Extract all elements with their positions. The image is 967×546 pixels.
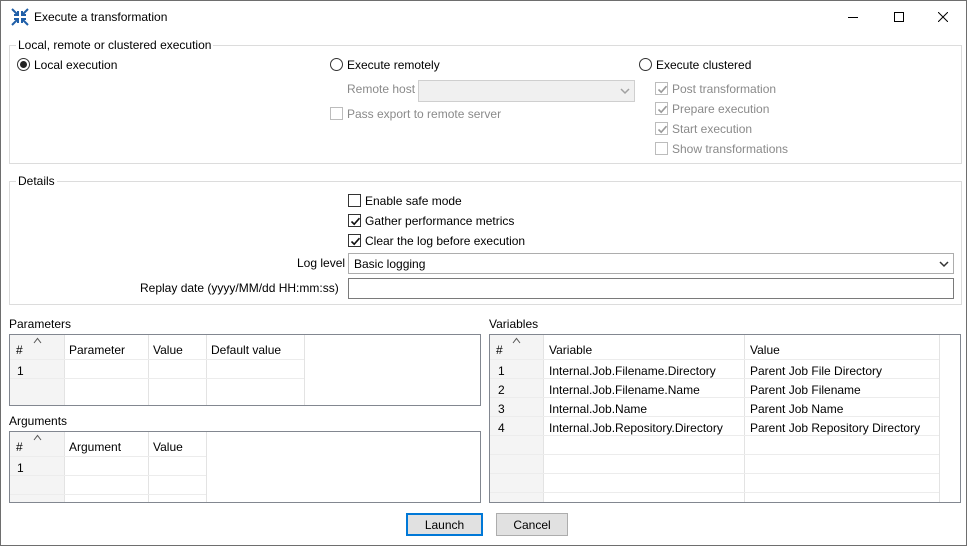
row-number[interactable]: 2 bbox=[498, 383, 505, 397]
pass-export-label: Pass export to remote server bbox=[347, 107, 502, 121]
variable-value-cell[interactable]: Parent Job File Directory bbox=[750, 364, 882, 378]
check-icon bbox=[657, 85, 668, 94]
local-execution-radio[interactable] bbox=[17, 58, 30, 71]
row-number[interactable]: 1 bbox=[498, 364, 505, 378]
row-number[interactable]: 1 bbox=[17, 461, 24, 475]
parameters-title: Parameters bbox=[9, 317, 72, 331]
caret-up-icon bbox=[33, 335, 42, 347]
caret-up-icon bbox=[33, 432, 42, 444]
start-execution-label: Start execution bbox=[672, 122, 753, 136]
close-icon bbox=[938, 11, 948, 22]
details-group-title: Details bbox=[16, 174, 57, 188]
parameters-table[interactable]: # Parameter Value Default value 1 bbox=[9, 334, 481, 406]
row-number[interactable]: 4 bbox=[498, 421, 505, 435]
execute-remotely-radio[interactable] bbox=[330, 58, 343, 71]
execute-transformation-dialog: Execute a transformation Local, remote o… bbox=[0, 0, 967, 546]
variable-value-cell[interactable]: Parent Job Filename bbox=[750, 383, 861, 397]
row-number[interactable]: 3 bbox=[498, 402, 505, 416]
execute-clustered-label: Execute clustered bbox=[656, 58, 752, 72]
clear-log-label: Clear the log before execution bbox=[365, 234, 526, 248]
remote-host-label: Remote host bbox=[347, 82, 416, 96]
caret-up-icon bbox=[512, 335, 521, 347]
remote-host-select[interactable] bbox=[418, 80, 635, 102]
execution-mode-group bbox=[9, 45, 962, 164]
variable-name-cell[interactable]: Internal.Job.Filename.Name bbox=[549, 383, 700, 397]
replay-date-input[interactable] bbox=[348, 278, 954, 299]
cancel-button-label: Cancel bbox=[513, 517, 551, 532]
execute-clustered-radio[interactable] bbox=[639, 58, 652, 71]
variables-title: Variables bbox=[489, 317, 539, 331]
safe-mode-checkbox[interactable] bbox=[348, 194, 361, 207]
maximize-button[interactable] bbox=[876, 1, 922, 32]
close-button[interactable] bbox=[920, 1, 966, 32]
gather-metrics-label: Gather performance metrics bbox=[365, 214, 515, 228]
safe-mode-label: Enable safe mode bbox=[365, 194, 462, 208]
log-level-select[interactable]: Basic logging bbox=[348, 253, 954, 274]
gather-metrics-checkbox[interactable] bbox=[348, 214, 361, 227]
log-level-label: Log level bbox=[297, 256, 346, 270]
check-icon bbox=[657, 125, 668, 134]
launch-button-label: Launch bbox=[424, 517, 465, 532]
column-header[interactable]: Value bbox=[153, 343, 183, 357]
variable-name-cell[interactable]: Internal.Job.Repository.Directory bbox=[549, 421, 723, 435]
local-execution-label: Local execution bbox=[34, 58, 118, 72]
execute-remotely-label: Execute remotely bbox=[347, 58, 440, 72]
arguments-table[interactable]: # Argument Value 1 bbox=[9, 431, 481, 503]
execution-mode-group-title: Local, remote or clustered execution bbox=[16, 38, 214, 52]
column-header[interactable]: Value bbox=[750, 343, 780, 357]
check-icon bbox=[657, 105, 668, 114]
window-title: Execute a transformation bbox=[34, 10, 168, 24]
column-header[interactable]: Variable bbox=[549, 343, 592, 357]
chevron-down-icon bbox=[938, 258, 950, 270]
column-header[interactable]: Value bbox=[153, 440, 183, 454]
column-header[interactable]: # bbox=[16, 440, 23, 454]
minimize-icon bbox=[848, 12, 858, 22]
check-icon bbox=[350, 237, 361, 246]
clear-log-checkbox[interactable] bbox=[348, 234, 361, 247]
replay-date-label: Replay date (yyyy/MM/dd HH:mm:ss) bbox=[140, 281, 339, 295]
post-transformation-label: Post transformation bbox=[672, 82, 777, 96]
arguments-title: Arguments bbox=[9, 414, 68, 428]
row-number[interactable]: 1 bbox=[17, 364, 24, 378]
title-bar: Execute a transformation bbox=[1, 1, 966, 32]
launch-button[interactable]: Launch bbox=[406, 513, 483, 536]
pass-export-checkbox[interactable] bbox=[330, 107, 343, 120]
variable-value-cell[interactable]: Parent Job Name bbox=[750, 402, 843, 416]
prepare-execution-label: Prepare execution bbox=[672, 102, 770, 116]
variable-value-cell[interactable]: Parent Job Repository Directory bbox=[750, 421, 920, 435]
cancel-button[interactable]: Cancel bbox=[496, 513, 568, 536]
variable-name-cell[interactable]: Internal.Job.Name bbox=[549, 402, 647, 416]
variable-name-cell[interactable]: Internal.Job.Filename.Directory bbox=[549, 364, 716, 378]
column-header[interactable]: Default value bbox=[211, 343, 281, 357]
log-level-value: Basic logging bbox=[354, 257, 426, 271]
transformation-icon bbox=[11, 8, 29, 26]
start-execution-checkbox[interactable] bbox=[655, 122, 668, 135]
prepare-execution-checkbox[interactable] bbox=[655, 102, 668, 115]
post-transformation-checkbox[interactable] bbox=[655, 82, 668, 95]
minimize-button[interactable] bbox=[830, 1, 876, 32]
show-transformations-label: Show transformations bbox=[672, 142, 789, 156]
show-transformations-checkbox[interactable] bbox=[655, 142, 668, 155]
column-header[interactable]: Parameter bbox=[69, 343, 125, 357]
maximize-icon bbox=[894, 11, 904, 22]
column-header[interactable]: # bbox=[16, 343, 23, 357]
variables-table[interactable]: # Variable Value 1 Internal.Job.Filename… bbox=[489, 334, 961, 503]
column-header[interactable]: # bbox=[496, 343, 503, 357]
column-header[interactable]: Argument bbox=[69, 440, 121, 454]
check-icon bbox=[350, 217, 361, 226]
chevron-down-icon bbox=[619, 85, 631, 97]
